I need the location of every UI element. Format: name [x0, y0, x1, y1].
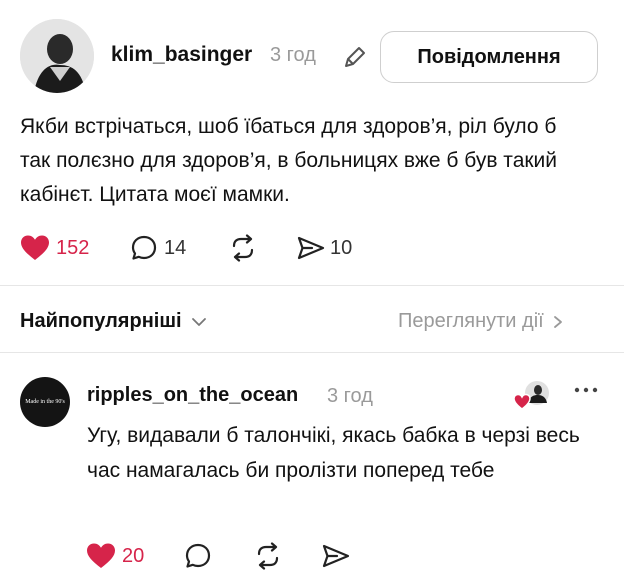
post-username[interactable]: klim_basinger [111, 43, 252, 67]
post-timestamp: 3 год [270, 44, 316, 66]
like-button[interactable]: 152 [20, 234, 89, 262]
author-avatar-heart-icon [513, 381, 549, 410]
comment-count: 14 [164, 236, 187, 259]
post-text: Якби встрічаться, шоб їбаться для здоров… [20, 115, 558, 206]
sort-dropdown[interactable]: Найпопулярніші [20, 310, 208, 333]
heart-filled-icon [87, 543, 115, 568]
comment-username[interactable]: ripples_on_the_ocean [87, 384, 298, 407]
sort-label: Найпопулярніші [20, 310, 182, 332]
avatar-logo-text: Made in the 90's [25, 398, 65, 405]
comment-author-avatar[interactable]: Made in the 90's [20, 377, 70, 427]
comment-share-button[interactable] [321, 542, 351, 570]
repost-icon [257, 542, 279, 570]
send-icon [322, 544, 350, 568]
send-icon [297, 236, 325, 260]
heart-filled-icon [21, 235, 49, 260]
comment-like-button[interactable]: 20 [86, 542, 144, 570]
post-author-avatar[interactable] [20, 19, 94, 93]
message-button[interactable]: Повідомлення [380, 31, 598, 83]
profile-photo-icon [20, 19, 94, 93]
edit-icon[interactable] [342, 44, 368, 70]
comment-reply-button[interactable] [184, 542, 212, 570]
comment-button[interactable]: 14 [130, 234, 186, 262]
like-count: 152 [56, 236, 90, 259]
share-button[interactable]: 10 [296, 234, 352, 262]
repost-icon [232, 234, 254, 262]
comment-timestamp: 3 год [327, 385, 373, 407]
sort-divider [0, 352, 624, 353]
author-liked-badge [513, 379, 551, 413]
share-count: 10 [330, 236, 353, 259]
view-activity-link[interactable]: Переглянути дії [398, 310, 566, 333]
more-options-icon[interactable] [573, 385, 599, 395]
comment-bubble-icon [185, 543, 211, 568]
section-divider [0, 285, 624, 286]
comment-text: Угу, видавали б талончікі, якась бабка в… [87, 424, 580, 482]
comment-like-count: 20 [122, 544, 145, 567]
view-activity-label: Переглянути дії [398, 310, 544, 332]
comment-repost-button[interactable] [253, 542, 283, 570]
chevron-down-icon [191, 317, 206, 326]
repost-button[interactable] [228, 234, 258, 262]
chevron-right-icon [553, 315, 562, 328]
comment-bubble-icon [131, 235, 157, 260]
